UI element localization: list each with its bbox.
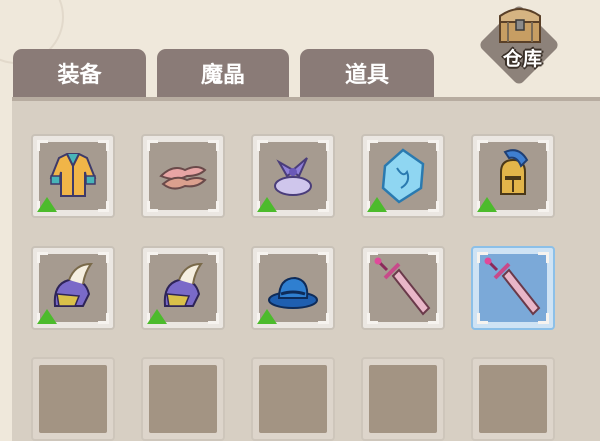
inventory-slot[interactable] bbox=[361, 246, 445, 330]
warehouse-label: 仓库 bbox=[502, 48, 543, 70]
upgrade-arrow-icon bbox=[147, 309, 167, 324]
upgrade-arrow-icon bbox=[37, 197, 57, 212]
inventory-slot[interactable] bbox=[361, 134, 445, 218]
inventory-slot[interactable] bbox=[31, 134, 115, 218]
inventory-slot-empty[interactable] bbox=[251, 357, 335, 441]
treasure-chest-icon bbox=[499, 8, 541, 43]
upgrade-arrow-icon bbox=[37, 309, 57, 324]
inventory-slot-empty[interactable] bbox=[361, 357, 445, 441]
inventory-slot[interactable] bbox=[251, 246, 335, 330]
upgrade-arrow-icon bbox=[257, 197, 277, 212]
upgrade-arrow-icon bbox=[257, 309, 277, 324]
inventory-slot[interactable] bbox=[251, 134, 335, 218]
pink-ribbon-icon bbox=[159, 166, 207, 190]
inventory-slot[interactable] bbox=[141, 246, 225, 330]
tab-items[interactable]: 道具 bbox=[300, 49, 434, 101]
upgrade-arrow-icon bbox=[477, 197, 497, 212]
upgrade-arrow-icon bbox=[367, 197, 387, 212]
inventory-slot[interactable] bbox=[141, 134, 225, 218]
inventory-slot[interactable] bbox=[471, 134, 555, 218]
pink-sword-icon bbox=[484, 257, 541, 316]
tab-magic-crystal[interactable]: 魔晶 bbox=[157, 49, 289, 101]
warehouse-button[interactable]: 仓库 bbox=[477, 0, 562, 87]
inventory-slot-empty[interactable] bbox=[31, 357, 115, 441]
tab-equipment[interactable]: 装备 bbox=[13, 49, 146, 101]
inventory-slot-empty[interactable] bbox=[471, 357, 555, 441]
inventory-slot-empty[interactable] bbox=[141, 357, 225, 441]
pink-sword-icon bbox=[374, 257, 431, 316]
inventory-slot-selected[interactable] bbox=[471, 246, 555, 330]
inventory-slot[interactable] bbox=[31, 246, 115, 330]
